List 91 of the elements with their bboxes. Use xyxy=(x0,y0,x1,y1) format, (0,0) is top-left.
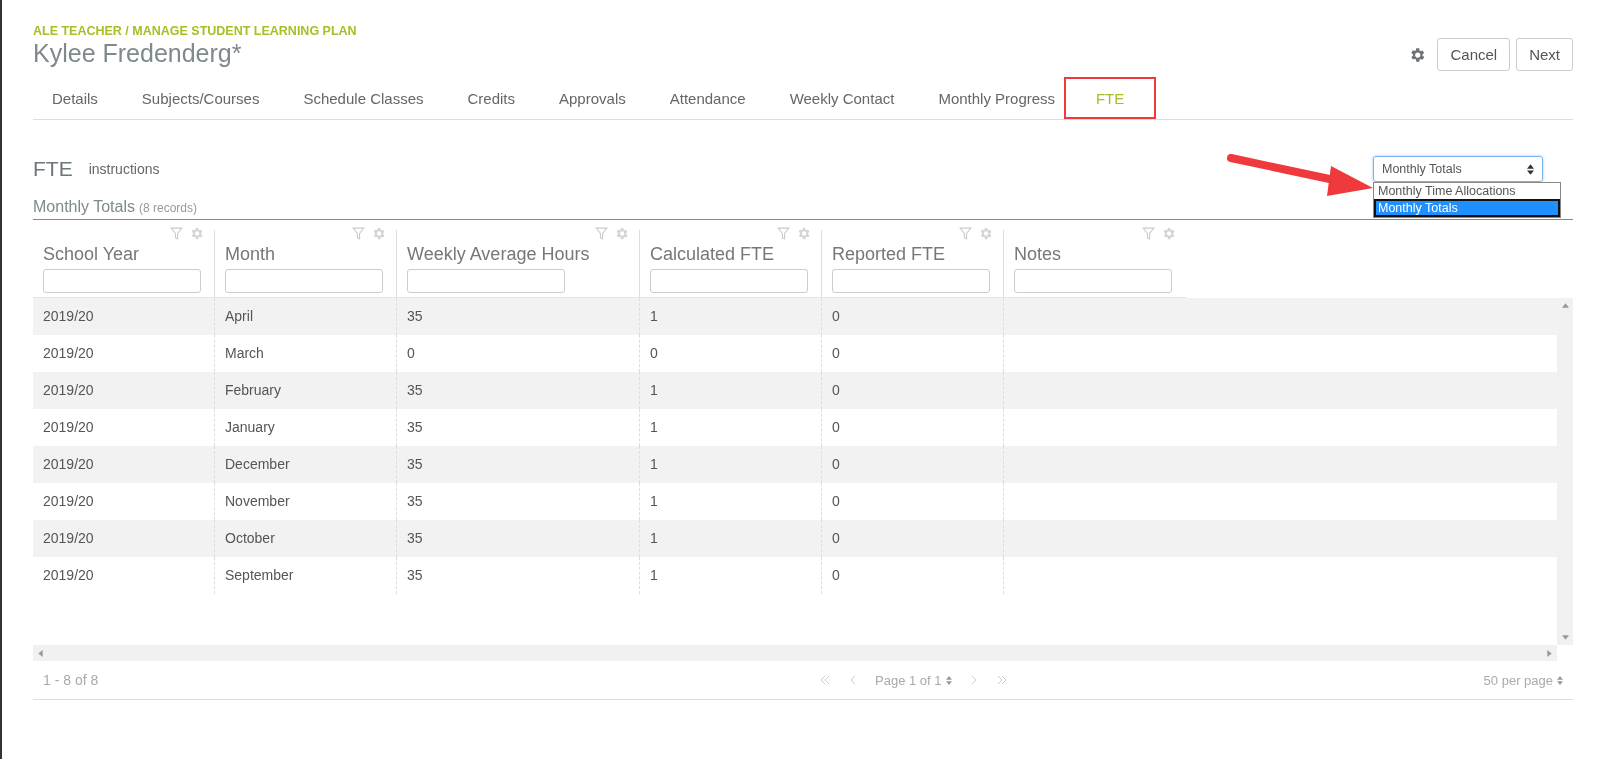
table-cell: 0 xyxy=(832,493,840,509)
column-header[interactable]: Reported FTE xyxy=(832,244,993,265)
scroll-up-icon[interactable] xyxy=(1561,303,1569,308)
column-header[interactable]: Calculated FTE xyxy=(650,244,811,265)
table-cell: 0 xyxy=(832,567,840,583)
table-cell: April xyxy=(225,308,253,324)
table-cell: 2019/20 xyxy=(43,567,94,583)
table-cell: September xyxy=(225,567,294,583)
column-header[interactable]: School Year xyxy=(43,244,204,265)
table-cell: 1 xyxy=(650,419,658,435)
table-cell: 2019/20 xyxy=(43,493,94,509)
grid-title: Monthly Totals xyxy=(33,198,135,215)
last-page-icon[interactable] xyxy=(995,675,1008,685)
next-page-icon[interactable] xyxy=(969,675,978,685)
table-cell: 1 xyxy=(650,493,658,509)
table-cell: 0 xyxy=(407,345,415,361)
filter-field[interactable] xyxy=(407,269,565,293)
first-page-icon[interactable] xyxy=(819,675,832,685)
table-cell: 1 xyxy=(650,567,658,583)
table-cell: 35 xyxy=(407,530,423,546)
table-cell: 1 xyxy=(650,530,658,546)
tab[interactable]: Details xyxy=(33,81,117,119)
table-cell: December xyxy=(225,456,290,472)
up-down-arrows-icon xyxy=(1527,163,1534,175)
record-count: (8 records) xyxy=(139,201,197,215)
filter-icon[interactable] xyxy=(777,227,790,240)
section-title: FTE xyxy=(33,157,73,181)
filter-icon[interactable] xyxy=(595,227,608,240)
table-cell: 2019/20 xyxy=(43,456,94,472)
filter-field[interactable] xyxy=(650,269,808,293)
filter-icon[interactable] xyxy=(1142,227,1155,240)
filter-icon[interactable] xyxy=(959,227,972,240)
tab[interactable]: Schedule Classes xyxy=(284,81,443,119)
table-cell: 0 xyxy=(650,345,658,361)
filter-icon[interactable] xyxy=(352,227,365,240)
table-cell: 1 xyxy=(650,456,658,472)
table-cell: 35 xyxy=(407,456,423,472)
tab[interactable]: Credits xyxy=(448,81,534,119)
dropdown-option[interactable]: Monthly Totals xyxy=(1374,199,1560,217)
table-cell: March xyxy=(225,345,264,361)
tab[interactable]: Weekly Contact xyxy=(770,81,914,119)
table-cell: 1 xyxy=(650,308,658,324)
breadcrumb: ALE TEACHER / MANAGE STUDENT LEARNING PLAN xyxy=(33,24,357,38)
table-cell: 0 xyxy=(832,345,840,361)
table-cell: 2019/20 xyxy=(43,308,94,324)
horizontal-scrollbar[interactable] xyxy=(33,645,1557,661)
filter-field[interactable] xyxy=(225,269,383,293)
vertical-scrollbar[interactable] xyxy=(1557,298,1573,645)
tab[interactable]: Monthly Progress xyxy=(919,81,1075,119)
table-cell: 35 xyxy=(407,419,423,435)
table-cell: 35 xyxy=(407,308,423,324)
column-header[interactable]: Weekly Average Hours xyxy=(407,244,629,265)
table-cell: 2019/20 xyxy=(43,382,94,398)
table-cell: 35 xyxy=(407,567,423,583)
table-cell: 2019/20 xyxy=(43,345,94,361)
record-range: 1 - 8 of 8 xyxy=(43,672,100,688)
next-button[interactable]: Next xyxy=(1516,38,1573,71)
filter-field[interactable] xyxy=(43,269,201,293)
table-cell: October xyxy=(225,530,275,546)
tab[interactable]: Attendance xyxy=(650,81,765,119)
tab[interactable]: Subjects/Courses xyxy=(122,81,279,119)
table-cell: 2019/20 xyxy=(43,419,94,435)
table-cell: 0 xyxy=(832,419,840,435)
page-title: Kylee Fredenderg* xyxy=(33,39,243,68)
instructions-link[interactable]: instructions xyxy=(88,161,160,177)
filter-icon[interactable] xyxy=(170,227,183,240)
table-cell: 0 xyxy=(832,456,840,472)
scroll-left-icon[interactable] xyxy=(38,649,43,657)
view-select[interactable]: Monthly Totals xyxy=(1373,156,1543,182)
table-cell: 35 xyxy=(407,382,423,398)
filter-field[interactable] xyxy=(1014,269,1172,293)
cancel-button[interactable]: Cancel xyxy=(1437,38,1511,71)
up-down-arrows-icon xyxy=(945,675,952,685)
table-cell: 0 xyxy=(832,382,840,398)
dropdown-option[interactable]: Monthly Time Allocations xyxy=(1374,183,1560,199)
table-cell: 0 xyxy=(832,308,840,324)
previous-page-icon[interactable] xyxy=(849,675,858,685)
table-cell: 0 xyxy=(832,530,840,546)
filter-field[interactable] xyxy=(832,269,990,293)
tab[interactable]: Approvals xyxy=(540,81,645,119)
table-cell: 35 xyxy=(407,493,423,509)
up-down-arrows-icon xyxy=(1557,675,1563,685)
table-cell: 2019/20 xyxy=(43,530,94,546)
table-cell: November xyxy=(225,493,290,509)
scroll-down-icon[interactable] xyxy=(1561,635,1569,640)
column-header[interactable]: Notes xyxy=(1014,244,1176,265)
table-cell: January xyxy=(225,419,275,435)
scroll-right-icon[interactable] xyxy=(1547,649,1552,657)
table-cell: 1 xyxy=(650,382,658,398)
column-header[interactable]: Month xyxy=(225,244,386,265)
table-cell: February xyxy=(225,382,282,398)
